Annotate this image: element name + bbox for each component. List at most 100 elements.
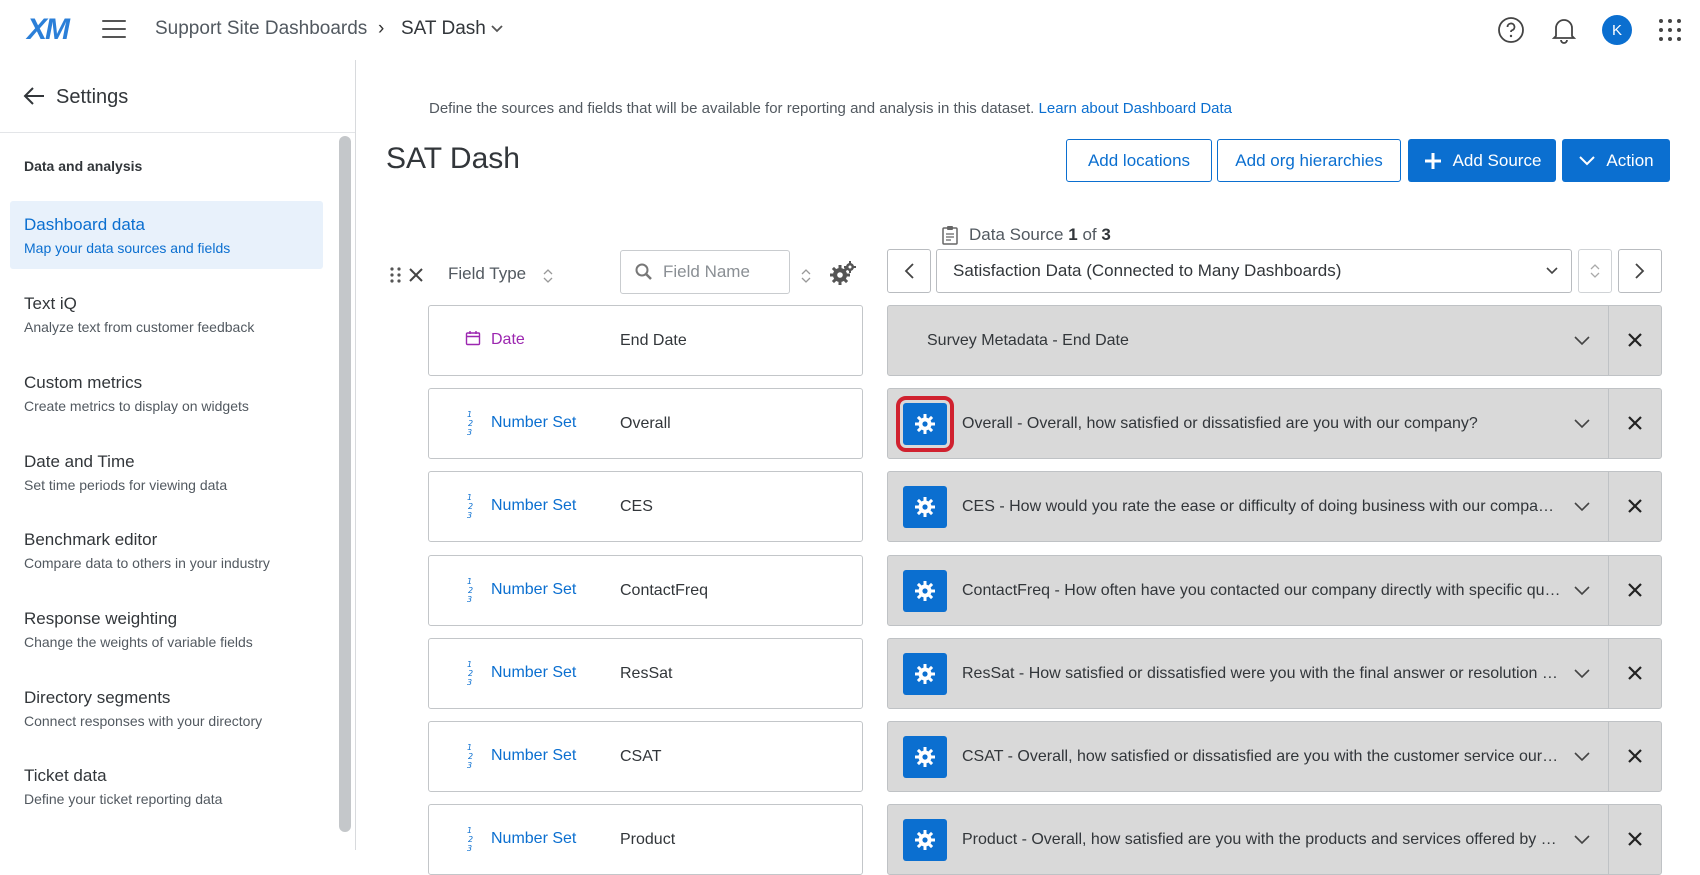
- search-input[interactable]: [663, 262, 783, 282]
- data-source-current: 1: [1068, 225, 1078, 244]
- sidebar-item-custom-metrics[interactable]: Custom metrics Create metrics to display…: [10, 359, 323, 427]
- mapping-row-end-date: Survey Metadata - End Date: [887, 305, 1662, 376]
- breadcrumb-project[interactable]: Support Site Dashboards: [155, 18, 367, 40]
- sort-icon[interactable]: [542, 268, 554, 284]
- chevron-left-icon: [904, 263, 914, 279]
- field-card-ressat[interactable]: 123 Number Set ResSat: [428, 638, 863, 709]
- svg-text:2: 2: [468, 502, 473, 511]
- chevron-down-icon[interactable]: [1573, 749, 1591, 763]
- next-source-button[interactable]: [1618, 249, 1662, 293]
- help-icon[interactable]: [1495, 14, 1527, 46]
- mapping-row-csat: CSAT - Overall, how satisfied or dissati…: [887, 721, 1662, 792]
- back-arrow-icon[interactable]: [22, 85, 46, 107]
- data-source-total: 3: [1101, 225, 1111, 244]
- field-type-column-header[interactable]: Field Type: [448, 264, 526, 284]
- sidebar-item-benchmark-editor[interactable]: Benchmark editor Compare data to others …: [10, 516, 323, 584]
- sidebar-item-response-weighting[interactable]: Response weighting Change the weights of…: [10, 595, 323, 663]
- field-type-label[interactable]: Number Set: [491, 747, 576, 765]
- svg-text:2: 2: [468, 586, 473, 595]
- divider: [1608, 639, 1609, 708]
- remove-icon[interactable]: [1626, 830, 1644, 848]
- field-settings-button[interactable]: [903, 570, 947, 612]
- sidebar-item-desc: Connect responses with your directory: [24, 713, 263, 729]
- field-card-ces[interactable]: 123 Number Set CES: [428, 471, 863, 542]
- chevron-down-icon[interactable]: [1573, 333, 1591, 347]
- mapping-row-overall: Overall - Overall, how satisfied or diss…: [887, 388, 1662, 459]
- svg-text:1: 1: [467, 493, 472, 502]
- field-type-label[interactable]: Date: [491, 331, 525, 349]
- user-avatar[interactable]: K: [1602, 15, 1632, 45]
- action-button[interactable]: Action: [1562, 139, 1670, 182]
- sidebar-scrollbar[interactable]: [339, 136, 351, 832]
- remove-icon[interactable]: [1626, 664, 1644, 682]
- number-set-icon: 123: [467, 660, 473, 687]
- add-locations-button[interactable]: Add locations: [1066, 139, 1212, 182]
- field-settings-button[interactable]: [903, 486, 947, 528]
- sidebar-item-title: Ticket data: [24, 766, 107, 785]
- sort-icon[interactable]: [800, 268, 812, 284]
- sidebar-item-desc: Set time periods for viewing data: [24, 477, 228, 493]
- sidebar-item-dashboard-data[interactable]: Dashboard data Map your data sources and…: [10, 201, 323, 269]
- field-card-csat[interactable]: 123 Number Set CSAT: [428, 721, 863, 792]
- sidebar-item-title: Date and Time: [24, 452, 135, 471]
- field-card-contactfreq[interactable]: 123 Number Set ContactFreq: [428, 555, 863, 626]
- mapping-text: CES - How would you rate the ease or dif…: [962, 498, 1562, 515]
- drag-handle-icon[interactable]: [389, 266, 403, 284]
- chevron-down-icon[interactable]: [1573, 499, 1591, 513]
- chevron-down-icon[interactable]: [1573, 666, 1591, 680]
- sidebar-item-date-and-time[interactable]: Date and Time Set time periods for viewi…: [10, 438, 323, 506]
- remove-icon[interactable]: [1626, 331, 1644, 349]
- data-source-select[interactable]: Satisfaction Data (Connected to Many Das…: [936, 249, 1572, 293]
- number-set-icon: 123: [467, 826, 473, 853]
- app-grid-icon[interactable]: [1654, 14, 1686, 46]
- chevron-down-icon[interactable]: [1573, 832, 1591, 846]
- source-order-stepper[interactable]: [1578, 249, 1612, 293]
- notification-bell-icon[interactable]: [1548, 14, 1580, 46]
- sidebar-item-text-iq[interactable]: Text iQ Analyze text from customer feedb…: [10, 280, 323, 348]
- settings-gear-icon[interactable]: [829, 260, 857, 286]
- field-card-overall[interactable]: 123 Number Set Overall: [428, 388, 863, 459]
- remove-icon[interactable]: [1626, 497, 1644, 515]
- svg-text:1: 1: [467, 410, 472, 419]
- sidebar-item-directory-segments[interactable]: Directory segments Connect responses wit…: [10, 674, 323, 742]
- field-type-label[interactable]: Number Set: [491, 664, 576, 682]
- hamburger-menu-icon[interactable]: [102, 20, 126, 38]
- chevron-down-icon[interactable]: [1573, 583, 1591, 597]
- svg-text:2: 2: [468, 752, 473, 761]
- field-settings-button[interactable]: [903, 653, 947, 695]
- field-type-label[interactable]: Number Set: [491, 497, 576, 515]
- mapping-row-ces: CES - How would you rate the ease or dif…: [887, 471, 1662, 542]
- field-card-product[interactable]: 123 Number Set Product: [428, 804, 863, 875]
- clear-icon[interactable]: [407, 266, 425, 284]
- gear-icon: [915, 497, 935, 517]
- svg-text:3: 3: [467, 511, 472, 520]
- chevron-down-icon[interactable]: [490, 22, 504, 36]
- calendar-icon: [465, 331, 481, 346]
- field-type-label[interactable]: Number Set: [491, 414, 576, 432]
- field-type-label[interactable]: Number Set: [491, 581, 576, 599]
- learn-more-link[interactable]: Learn about Dashboard Data: [1039, 100, 1232, 117]
- prev-source-button[interactable]: [887, 249, 931, 293]
- remove-icon[interactable]: [1626, 414, 1644, 432]
- sidebar-item-ticket-data[interactable]: Ticket data Define your ticket reporting…: [10, 752, 323, 820]
- svg-text:1: 1: [467, 660, 472, 669]
- svg-text:3: 3: [467, 678, 472, 687]
- divider: [1608, 722, 1609, 791]
- xm-logo[interactable]: XM: [27, 13, 70, 47]
- add-source-button[interactable]: Add Source: [1408, 139, 1556, 182]
- add-org-hierarchies-button[interactable]: Add org hierarchies: [1217, 139, 1401, 182]
- field-card-end-date[interactable]: Date End Date: [428, 305, 863, 376]
- field-type-label[interactable]: Number Set: [491, 830, 576, 848]
- breadcrumb-dashboard[interactable]: SAT Dash: [401, 18, 486, 40]
- field-settings-button[interactable]: [896, 396, 954, 452]
- remove-icon[interactable]: [1626, 581, 1644, 599]
- field-settings-button[interactable]: [903, 736, 947, 778]
- remove-icon[interactable]: [1626, 747, 1644, 765]
- sidebar-item-desc: Define your ticket reporting data: [24, 791, 223, 807]
- chevron-down-icon[interactable]: [1573, 416, 1591, 430]
- field-name-search[interactable]: [620, 250, 790, 294]
- sidebar-section-heading: Data and analysis: [24, 158, 143, 174]
- data-source-select-value: Satisfaction Data (Connected to Many Das…: [953, 261, 1342, 280]
- mapping-text: CSAT - Overall, how satisfied or dissati…: [962, 748, 1562, 765]
- field-settings-button[interactable]: [903, 819, 947, 861]
